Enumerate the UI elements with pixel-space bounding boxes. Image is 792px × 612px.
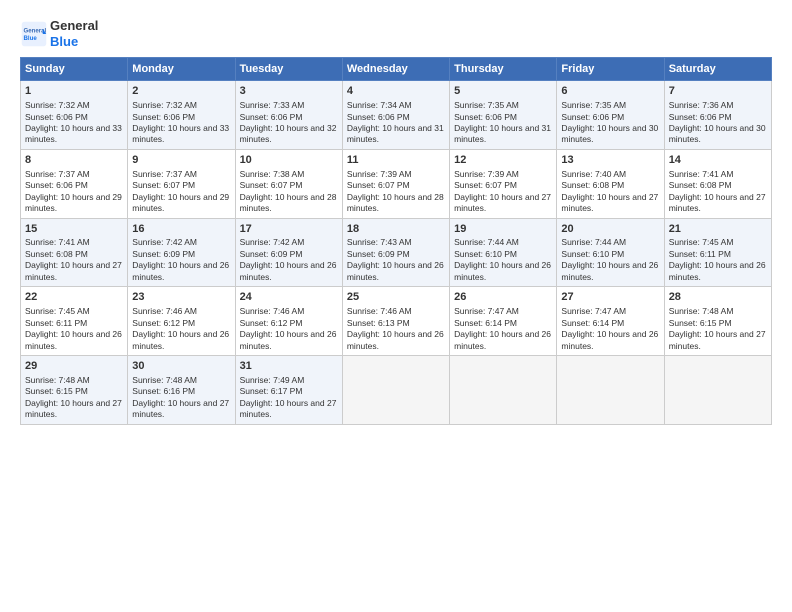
- day-number: 31: [240, 359, 338, 374]
- cell-week5-day4: [450, 356, 557, 425]
- logo: General Blue General Blue: [20, 18, 98, 49]
- day-number: 27: [561, 290, 659, 305]
- day-number: 21: [669, 222, 767, 237]
- cell-week4-day6: 28Sunrise: 7:48 AMSunset: 6:15 PMDayligh…: [664, 287, 771, 356]
- calendar-table: SundayMondayTuesdayWednesdayThursdayFrid…: [20, 57, 772, 425]
- cell-week2-day5: 13Sunrise: 7:40 AMSunset: 6:08 PMDayligh…: [557, 149, 664, 218]
- header-thursday: Thursday: [450, 58, 557, 81]
- day-number: 11: [347, 153, 445, 168]
- cell-week2-day1: 9Sunrise: 7:37 AMSunset: 6:07 PMDaylight…: [128, 149, 235, 218]
- day-number: 17: [240, 222, 338, 237]
- cell-week3-day2: 17Sunrise: 7:42 AMSunset: 6:09 PMDayligh…: [235, 218, 342, 287]
- day-number: 23: [132, 290, 230, 305]
- cell-week5-day3: [342, 356, 449, 425]
- day-number: 3: [240, 84, 338, 99]
- cell-week1-day4: 5Sunrise: 7:35 AMSunset: 6:06 PMDaylight…: [450, 81, 557, 150]
- cell-week5-day5: [557, 356, 664, 425]
- cell-week1-day3: 4Sunrise: 7:34 AMSunset: 6:06 PMDaylight…: [342, 81, 449, 150]
- cell-week3-day4: 19Sunrise: 7:44 AMSunset: 6:10 PMDayligh…: [450, 218, 557, 287]
- cell-week3-day0: 15Sunrise: 7:41 AMSunset: 6:08 PMDayligh…: [21, 218, 128, 287]
- day-number: 29: [25, 359, 123, 374]
- day-number: 12: [454, 153, 552, 168]
- day-number: 22: [25, 290, 123, 305]
- week-row-4: 22Sunrise: 7:45 AMSunset: 6:11 PMDayligh…: [21, 287, 772, 356]
- day-number: 14: [669, 153, 767, 168]
- day-number: 19: [454, 222, 552, 237]
- day-number: 16: [132, 222, 230, 237]
- cell-week4-day0: 22Sunrise: 7:45 AMSunset: 6:11 PMDayligh…: [21, 287, 128, 356]
- header-friday: Friday: [557, 58, 664, 81]
- day-number: 30: [132, 359, 230, 374]
- day-number: 24: [240, 290, 338, 305]
- cell-week3-day3: 18Sunrise: 7:43 AMSunset: 6:09 PMDayligh…: [342, 218, 449, 287]
- cell-week5-day2: 31Sunrise: 7:49 AMSunset: 6:17 PMDayligh…: [235, 356, 342, 425]
- cell-week2-day0: 8Sunrise: 7:37 AMSunset: 6:06 PMDaylight…: [21, 149, 128, 218]
- cell-week1-day1: 2Sunrise: 7:32 AMSunset: 6:06 PMDaylight…: [128, 81, 235, 150]
- cell-week5-day6: [664, 356, 771, 425]
- day-number: 2: [132, 84, 230, 99]
- day-number: 28: [669, 290, 767, 305]
- cell-week4-day2: 24Sunrise: 7:46 AMSunset: 6:12 PMDayligh…: [235, 287, 342, 356]
- cell-week3-day5: 20Sunrise: 7:44 AMSunset: 6:10 PMDayligh…: [557, 218, 664, 287]
- cell-week4-day5: 27Sunrise: 7:47 AMSunset: 6:14 PMDayligh…: [557, 287, 664, 356]
- day-number: 13: [561, 153, 659, 168]
- day-number: 1: [25, 84, 123, 99]
- day-number: 5: [454, 84, 552, 99]
- cell-week2-day2: 10Sunrise: 7:38 AMSunset: 6:07 PMDayligh…: [235, 149, 342, 218]
- header-row: SundayMondayTuesdayWednesdayThursdayFrid…: [21, 58, 772, 81]
- day-number: 7: [669, 84, 767, 99]
- cell-week2-day4: 12Sunrise: 7:39 AMSunset: 6:07 PMDayligh…: [450, 149, 557, 218]
- cell-week1-day6: 7Sunrise: 7:36 AMSunset: 6:06 PMDaylight…: [664, 81, 771, 150]
- cell-week4-day1: 23Sunrise: 7:46 AMSunset: 6:12 PMDayligh…: [128, 287, 235, 356]
- header-tuesday: Tuesday: [235, 58, 342, 81]
- day-number: 20: [561, 222, 659, 237]
- logo-blue: Blue: [50, 34, 98, 50]
- logo-icon: General Blue: [20, 20, 48, 48]
- day-number: 15: [25, 222, 123, 237]
- logo-general: General: [50, 18, 98, 34]
- header: General Blue General Blue: [20, 18, 772, 49]
- week-row-1: 1Sunrise: 7:32 AMSunset: 6:06 PMDaylight…: [21, 81, 772, 150]
- cell-week3-day6: 21Sunrise: 7:45 AMSunset: 6:11 PMDayligh…: [664, 218, 771, 287]
- day-number: 18: [347, 222, 445, 237]
- day-number: 8: [25, 153, 123, 168]
- week-row-2: 8Sunrise: 7:37 AMSunset: 6:06 PMDaylight…: [21, 149, 772, 218]
- cell-week5-day0: 29Sunrise: 7:48 AMSunset: 6:15 PMDayligh…: [21, 356, 128, 425]
- cell-week5-day1: 30Sunrise: 7:48 AMSunset: 6:16 PMDayligh…: [128, 356, 235, 425]
- header-saturday: Saturday: [664, 58, 771, 81]
- day-number: 10: [240, 153, 338, 168]
- cell-week3-day1: 16Sunrise: 7:42 AMSunset: 6:09 PMDayligh…: [128, 218, 235, 287]
- header-monday: Monday: [128, 58, 235, 81]
- day-number: 6: [561, 84, 659, 99]
- cell-week1-day0: 1Sunrise: 7:32 AMSunset: 6:06 PMDaylight…: [21, 81, 128, 150]
- cell-week2-day3: 11Sunrise: 7:39 AMSunset: 6:07 PMDayligh…: [342, 149, 449, 218]
- day-number: 25: [347, 290, 445, 305]
- header-wednesday: Wednesday: [342, 58, 449, 81]
- svg-text:Blue: Blue: [24, 35, 38, 42]
- cell-week2-day6: 14Sunrise: 7:41 AMSunset: 6:08 PMDayligh…: [664, 149, 771, 218]
- week-row-3: 15Sunrise: 7:41 AMSunset: 6:08 PMDayligh…: [21, 218, 772, 287]
- page: General Blue General Blue SundayMondayTu…: [0, 0, 792, 612]
- day-number: 4: [347, 84, 445, 99]
- week-row-5: 29Sunrise: 7:48 AMSunset: 6:15 PMDayligh…: [21, 356, 772, 425]
- cell-week1-day5: 6Sunrise: 7:35 AMSunset: 6:06 PMDaylight…: [557, 81, 664, 150]
- cell-week1-day2: 3Sunrise: 7:33 AMSunset: 6:06 PMDaylight…: [235, 81, 342, 150]
- header-sunday: Sunday: [21, 58, 128, 81]
- cell-week4-day3: 25Sunrise: 7:46 AMSunset: 6:13 PMDayligh…: [342, 287, 449, 356]
- day-number: 9: [132, 153, 230, 168]
- day-number: 26: [454, 290, 552, 305]
- cell-week4-day4: 26Sunrise: 7:47 AMSunset: 6:14 PMDayligh…: [450, 287, 557, 356]
